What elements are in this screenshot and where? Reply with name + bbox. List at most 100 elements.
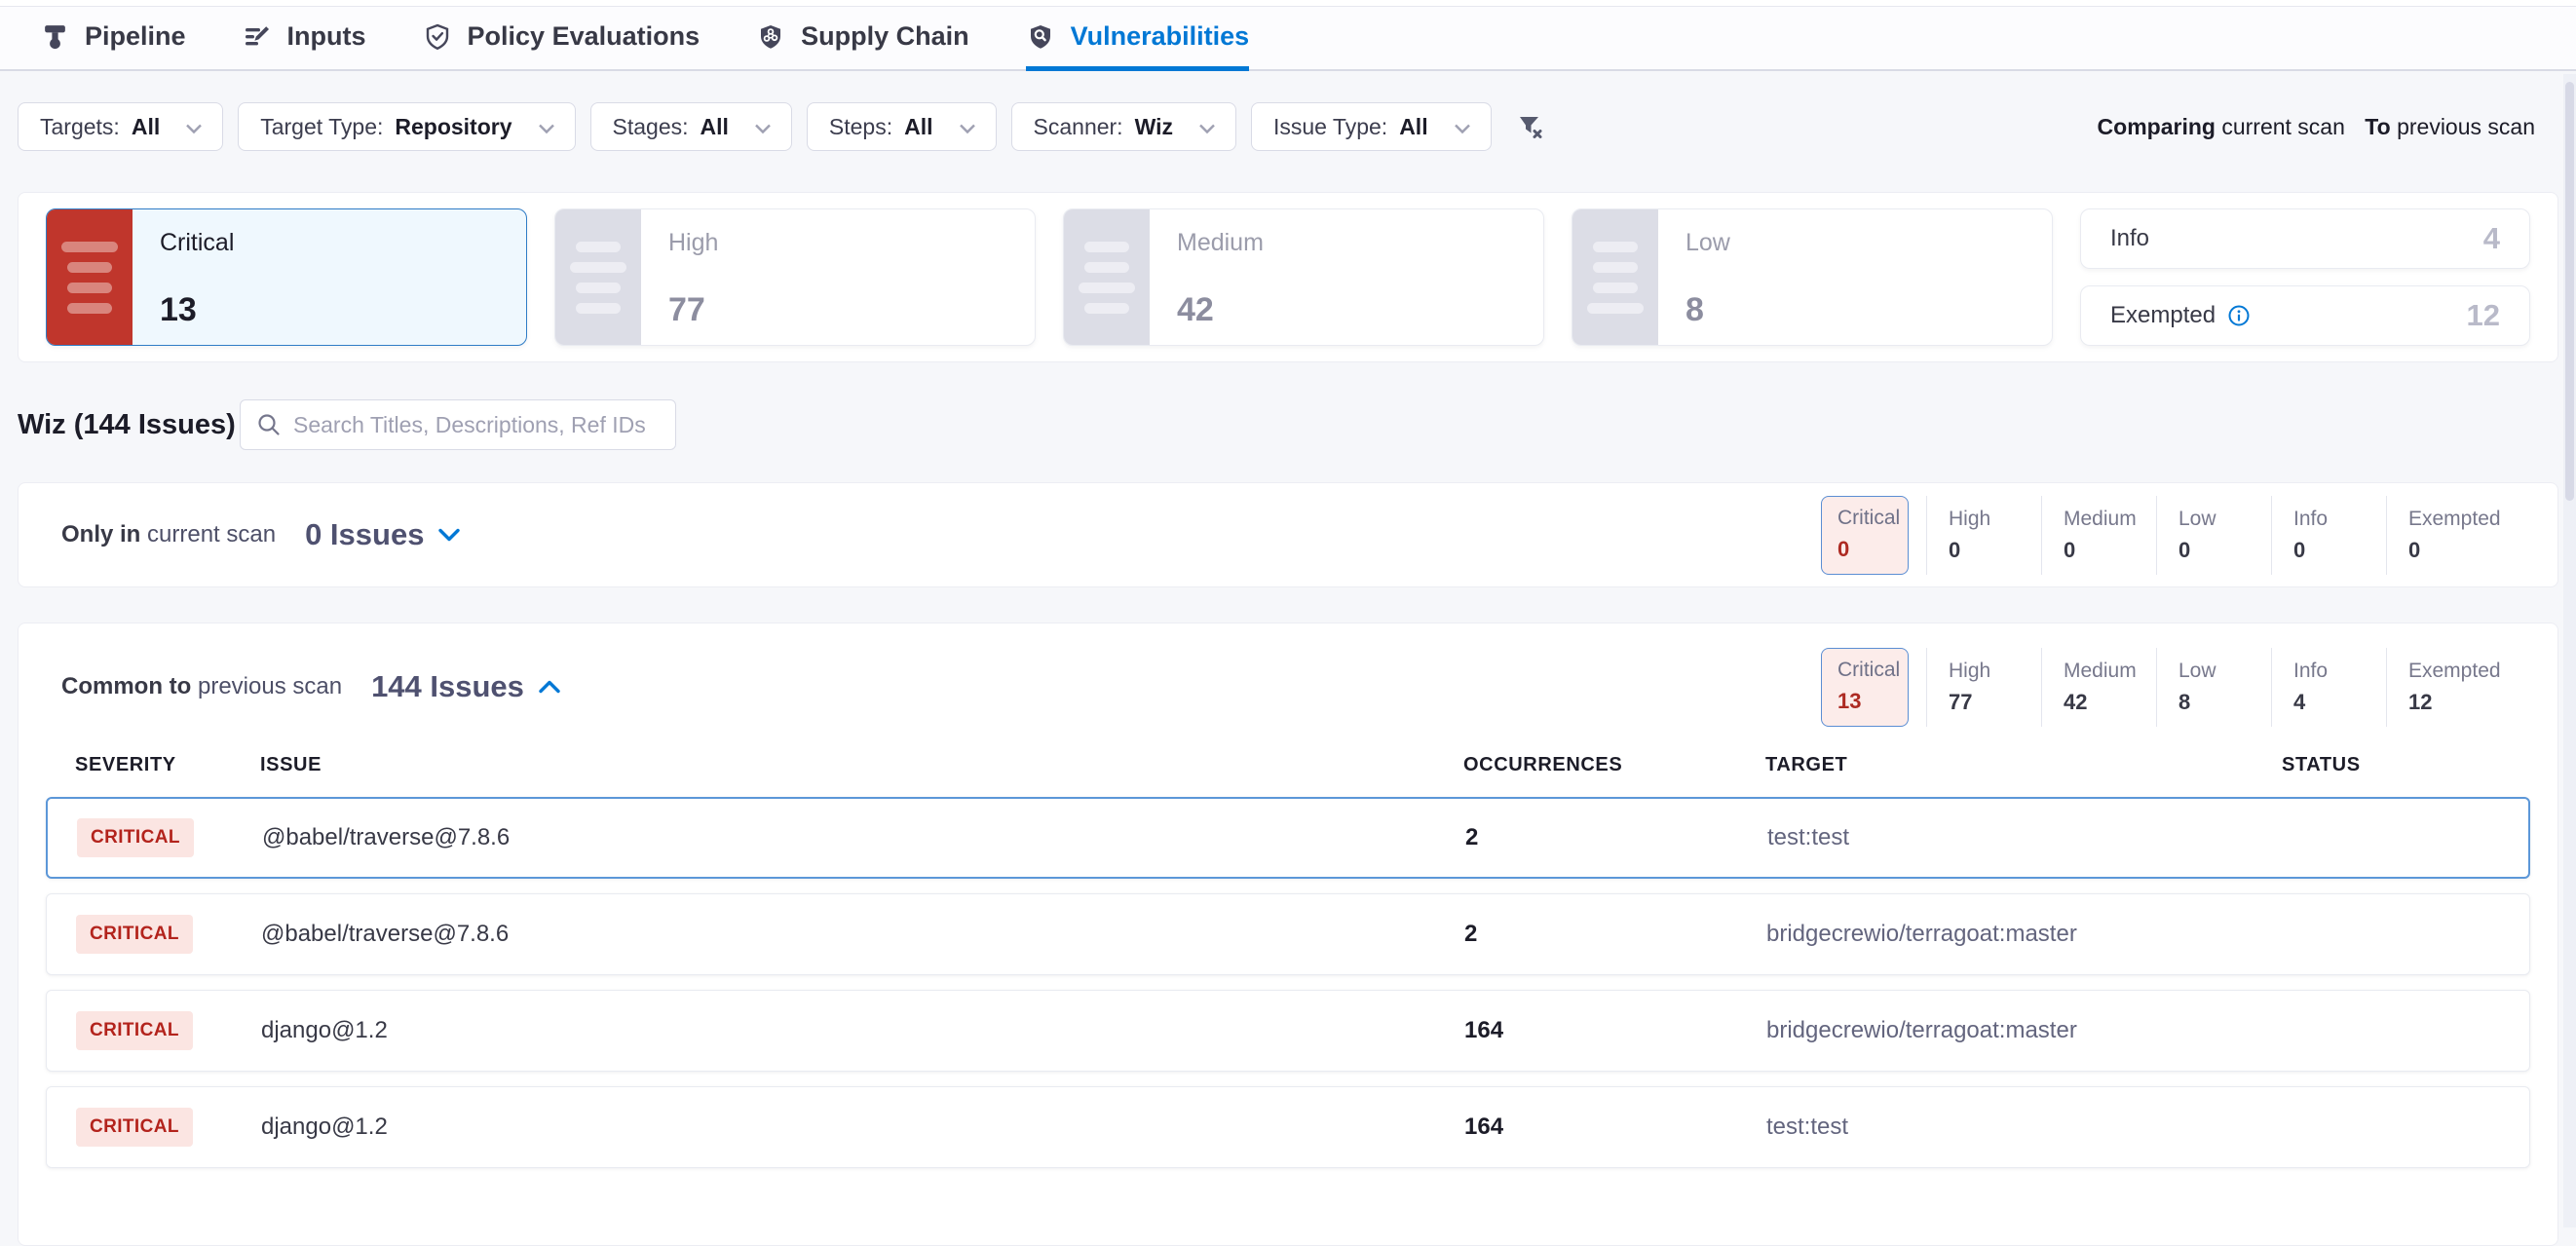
- shield-nodes-icon: [756, 22, 785, 52]
- chip-medium[interactable]: Medium 0: [2041, 496, 2156, 575]
- severity-badge: CRITICAL: [76, 1011, 193, 1050]
- severity-card-label: Exempted: [2110, 302, 2216, 329]
- filter-label: Targets:: [40, 114, 120, 140]
- chip-exempted[interactable]: Exempted 0: [2386, 496, 2530, 575]
- chevron-up-icon: [538, 679, 561, 695]
- column-header-status: STATUS: [2282, 754, 2530, 776]
- chip-medium[interactable]: Medium 42: [2041, 648, 2156, 727]
- chevron-down-icon: [1454, 114, 1471, 140]
- tab-supply-chain[interactable]: Supply Chain: [756, 7, 969, 71]
- tab-policy-evaluations[interactable]: Policy Evaluations: [423, 7, 701, 71]
- chip-value: 8: [2178, 690, 2271, 715]
- comparing-to-label: To: [2365, 114, 2390, 139]
- comparing-previous: previous scan: [2397, 114, 2535, 139]
- comparison-summary: Comparing current scan To previous scan: [2098, 114, 2558, 140]
- tab-pipeline[interactable]: Pipeline: [41, 7, 186, 71]
- chip-low[interactable]: Low 8: [2156, 648, 2271, 727]
- filter-targets[interactable]: Targets:All: [18, 102, 223, 151]
- section-title-rest: previous scan: [198, 673, 342, 699]
- section-title: Only in current scan: [46, 521, 276, 548]
- tab-label: Vulnerabilities: [1071, 21, 1250, 52]
- severity-card-critical[interactable]: Critical 13: [46, 208, 527, 346]
- chip-critical[interactable]: Critical 0: [1821, 496, 1909, 575]
- chip-high[interactable]: High 0: [1926, 496, 2041, 575]
- severity-meter-medium-icon: [1064, 209, 1150, 345]
- chevron-down-icon: [1198, 114, 1216, 140]
- scrollbar-thumb[interactable]: [2565, 82, 2574, 501]
- chip-value: 0: [2064, 538, 2156, 563]
- filter-scanner[interactable]: Scanner: Wiz: [1011, 102, 1236, 151]
- filter-label: Stages:: [613, 114, 689, 140]
- chip-label: Critical: [1837, 507, 1908, 530]
- results-header: Wiz (144 Issues): [18, 399, 2558, 450]
- section-toggle[interactable]: 144 Issues: [371, 669, 561, 704]
- severity-card-count: 77: [668, 291, 1025, 329]
- table-row[interactable]: CRITICAL @babel/traverse@7.8.6 2 test:te…: [46, 797, 2530, 879]
- filter-value: All: [904, 114, 932, 140]
- chip-label: High: [1949, 660, 2041, 683]
- severity-card-medium[interactable]: Medium 42: [1063, 208, 1544, 346]
- chip-label: Medium: [2064, 660, 2156, 683]
- section-title-bold: Only in: [61, 521, 140, 547]
- column-header-target: TARGET: [1765, 754, 2282, 776]
- issue-cell: django@1.2: [261, 1017, 1464, 1044]
- only-in-current-scan-panel: Only in current scan 0 Issues Critical 0…: [18, 482, 2558, 587]
- scrollbar-track[interactable]: [2563, 74, 2576, 1227]
- tab-inputs[interactable]: Inputs: [243, 7, 366, 71]
- chevron-down-icon: [437, 527, 461, 543]
- pipeline-icon: [41, 22, 69, 51]
- chip-value: 13: [1837, 689, 1908, 714]
- occurrences-cell: 164: [1464, 1114, 1766, 1141]
- severity-meter-low-icon: [1572, 209, 1658, 345]
- shield-check-icon: [423, 22, 452, 52]
- chip-high[interactable]: High 77: [1926, 648, 2041, 727]
- filter-stages[interactable]: Stages:All: [590, 102, 792, 151]
- filter-target-type[interactable]: Target Type:Repository: [238, 102, 575, 151]
- inputs-icon: [243, 22, 272, 52]
- chip-info[interactable]: Info 0: [2271, 496, 2386, 575]
- clear-filters-icon[interactable]: [1516, 112, 1545, 141]
- tab-label: Supply Chain: [801, 21, 969, 52]
- chevron-down-icon: [538, 114, 555, 140]
- tab-label: Policy Evaluations: [468, 21, 701, 52]
- severity-card-label: High: [668, 229, 1025, 257]
- chevron-down-icon: [754, 114, 772, 140]
- filter-value: All: [1399, 114, 1427, 140]
- severity-card-exempted[interactable]: Exempted 12: [2080, 285, 2530, 346]
- occurrences-cell: 2: [1465, 824, 1767, 851]
- filter-label: Scanner:: [1034, 114, 1123, 140]
- info-icon: [2227, 304, 2251, 327]
- chip-low[interactable]: Low 0: [2156, 496, 2271, 575]
- severity-card-count: 42: [1177, 291, 1534, 329]
- table-row[interactable]: CRITICAL @babel/traverse@7.8.6 2 bridgec…: [46, 893, 2530, 975]
- chip-info[interactable]: Info 4: [2271, 648, 2386, 727]
- filter-issue-type[interactable]: Issue Type:All: [1251, 102, 1492, 151]
- chip-value: 0: [2178, 538, 2271, 563]
- chip-label: High: [1949, 508, 2041, 531]
- section-issue-count: 144 Issues: [371, 669, 524, 704]
- severity-summary-panel: Critical 13 High 77 Medium 42 Low 8 I: [18, 192, 2558, 362]
- chip-label: Low: [2178, 508, 2271, 531]
- severity-card-high[interactable]: High 77: [554, 208, 1036, 346]
- severity-card-low[interactable]: Low 8: [1572, 208, 2053, 346]
- filter-steps[interactable]: Steps:All: [807, 102, 997, 151]
- occurrences-cell: 2: [1464, 921, 1766, 948]
- tab-vulnerabilities[interactable]: Vulnerabilities: [1026, 7, 1250, 71]
- severity-badge: CRITICAL: [76, 1108, 193, 1147]
- severity-meter-critical-icon: [47, 209, 133, 345]
- severity-card-count: 8: [1686, 291, 2042, 329]
- section-toggle[interactable]: 0 Issues: [305, 517, 461, 552]
- table-row[interactable]: CRITICAL django@1.2 164 test:test: [46, 1086, 2530, 1168]
- chip-value: 42: [2064, 690, 2156, 715]
- search-input[interactable]: [293, 412, 660, 438]
- chip-exempted[interactable]: Exempted 12: [2386, 648, 2530, 727]
- chip-label: Info: [2293, 660, 2386, 683]
- severity-card-info[interactable]: Info 4: [2080, 208, 2530, 269]
- occurrences-cell: 164: [1464, 1017, 1766, 1044]
- filter-value: Wiz: [1135, 114, 1173, 140]
- severity-card-count: 12: [2467, 298, 2500, 333]
- tab-label: Inputs: [287, 21, 366, 52]
- section-title-rest: current scan: [147, 521, 276, 547]
- chip-critical[interactable]: Critical 13: [1821, 648, 1909, 727]
- table-row[interactable]: CRITICAL django@1.2 164 bridgecrewio/ter…: [46, 990, 2530, 1072]
